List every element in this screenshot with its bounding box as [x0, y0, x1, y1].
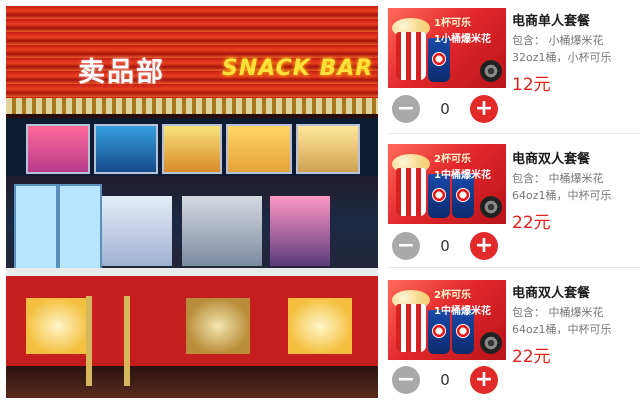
counter-light — [26, 298, 90, 354]
thumb-badge: 1杯可乐 — [434, 18, 471, 29]
menu-board — [162, 124, 222, 174]
sign-chinese-text: 卖品部 — [78, 57, 165, 88]
quantity-stepper: − 0 + — [392, 366, 504, 396]
product-title[interactable]: 电商单人套餐 — [512, 10, 590, 29]
product-description: 包含： 中桶爆米花64oz1桶，中杯可乐16oz2杯 — [512, 306, 612, 336]
product-title[interactable]: 电商双人套餐 — [512, 282, 590, 301]
popcorn-bucket-icon — [396, 304, 426, 352]
thumb-badge: 2杯可乐 — [434, 290, 471, 301]
led-strip — [6, 98, 378, 114]
product-thumbnail[interactable]: 2杯可乐 1中桶爆米花 — [388, 280, 506, 360]
product-thumbnail[interactable]: 2杯可乐 1中桶爆米花 — [388, 144, 506, 224]
thumb-badge: 1小桶爆米花 — [434, 34, 491, 45]
quantity-stepper: − 0 + — [392, 232, 504, 262]
menu-board — [226, 124, 292, 174]
popcorn-bucket-icon — [396, 168, 426, 216]
drink-fridge — [58, 184, 102, 272]
minus-icon[interactable]: − — [392, 366, 420, 394]
popcorn-machine — [182, 196, 262, 266]
film-reel-icon — [480, 196, 502, 218]
drink-fridge — [14, 184, 58, 272]
drink-dispenser — [102, 196, 172, 266]
film-reel-icon — [480, 332, 502, 354]
product-thumbnail[interactable]: 1杯可乐 1小桶爆米花 — [388, 8, 506, 88]
product-list: 1杯可乐 1小桶爆米花 电商单人套餐 包含： 小桶爆米花32oz1桶，小杯可乐 1… — [388, 0, 640, 412]
menu-board — [26, 124, 90, 174]
product-description: 包含： 中桶爆米花64oz1桶，中杯可乐16oz2杯 — [512, 172, 612, 202]
plus-icon[interactable]: + — [470, 232, 498, 260]
candy-rack — [270, 196, 330, 266]
floor — [6, 366, 378, 398]
thumb-badge: 2杯可乐 — [434, 154, 471, 165]
minus-icon[interactable]: − — [392, 95, 420, 123]
menu-board — [94, 124, 158, 174]
snack-bar-sign — [6, 6, 378, 98]
queue-pole — [124, 296, 130, 386]
snack-bar-photo: 卖品部 SNACK BAR — [6, 6, 378, 398]
minus-icon[interactable]: − — [392, 232, 420, 260]
popcorn-display — [186, 298, 250, 354]
film-reel-icon — [480, 60, 502, 82]
quantity-value[interactable]: 0 — [422, 234, 468, 258]
product-item: 2杯可乐 1中桶爆米花 电商双人套餐 包含： 中桶爆米花64oz1桶，中杯可乐1… — [388, 268, 640, 402]
thumb-badge: 1中桶爆米花 — [434, 170, 491, 181]
popcorn-bucket-icon — [396, 32, 426, 80]
counter-light — [288, 298, 352, 354]
product-price: 22元 — [512, 213, 551, 233]
product-description: 包含： 小桶爆米花32oz1桶，小杯可乐12oz1杯 — [512, 34, 612, 64]
thumb-badge: 1中桶爆米花 — [434, 306, 491, 317]
product-title[interactable]: 电商双人套餐 — [512, 148, 590, 167]
quantity-stepper: − 0 + — [392, 95, 504, 125]
product-price: 22元 — [512, 347, 551, 367]
quantity-value[interactable]: 0 — [422, 368, 468, 392]
sign-english-text: SNACK BAR — [222, 56, 374, 81]
menu-board — [296, 124, 360, 174]
quantity-value[interactable]: 0 — [422, 97, 468, 121]
plus-icon[interactable]: + — [470, 95, 498, 123]
product-item: 2杯可乐 1中桶爆米花 电商双人套餐 包含： 中桶爆米花64oz1桶，中杯可乐1… — [388, 134, 640, 268]
product-price: 12元 — [512, 75, 551, 95]
plus-icon[interactable]: + — [470, 366, 498, 394]
queue-pole — [86, 296, 92, 386]
product-item: 1杯可乐 1小桶爆米花 电商单人套餐 包含： 小桶爆米花32oz1桶，小杯可乐 1… — [388, 0, 640, 134]
